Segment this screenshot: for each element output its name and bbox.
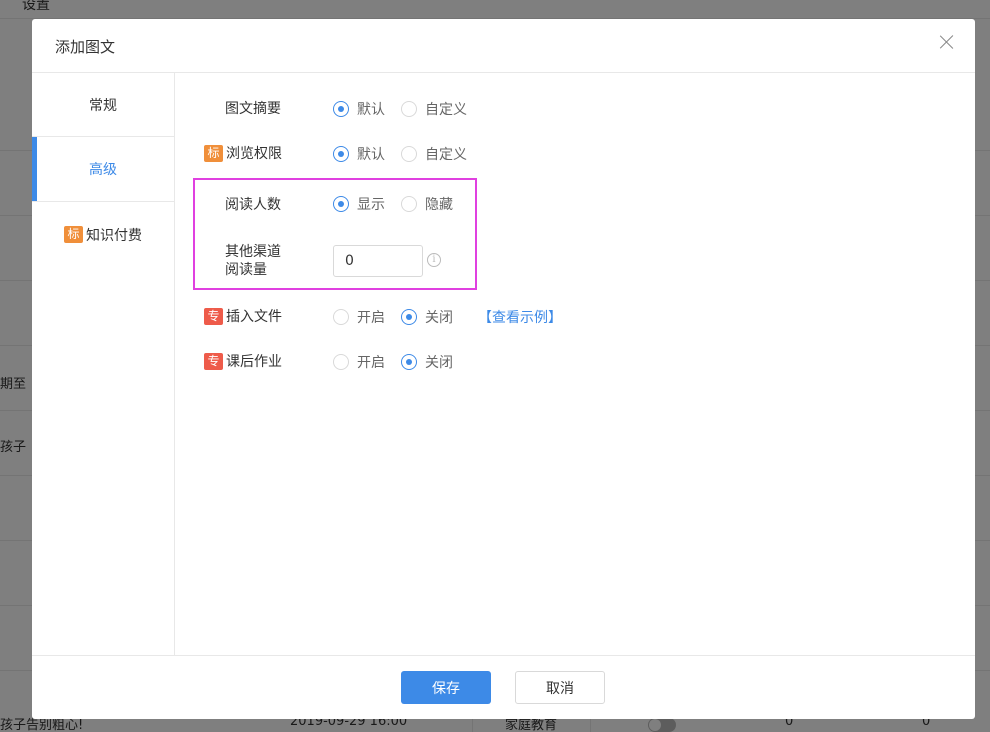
sidebar-item-advanced[interactable]: 高级 <box>32 137 174 202</box>
permission-custom-radio[interactable]: 自定义 <box>401 144 467 164</box>
radio-label: 默认 <box>357 102 385 118</box>
radio-circle <box>333 354 349 370</box>
radio-circle <box>333 101 349 117</box>
readers-hide-radio[interactable]: 隐藏 <box>401 194 453 214</box>
radio-label: 默认 <box>357 147 385 163</box>
radio-circle <box>333 196 349 212</box>
radio-label: 关闭 <box>425 310 453 326</box>
pro-tag-badge: 专 <box>204 307 223 325</box>
radio-circle <box>401 354 417 370</box>
cancel-button[interactable]: 取消 <box>515 671 605 704</box>
radio-label: 自定义 <box>425 147 467 163</box>
readers-show-radio[interactable]: 显示 <box>333 194 385 214</box>
radio-circle <box>401 146 417 162</box>
radio-circle <box>401 101 417 117</box>
dialog-title: 添加图文 <box>55 38 116 56</box>
permission-label: 标 浏览权限 <box>204 143 282 163</box>
homework-label: 专 课后作业 <box>204 351 282 371</box>
dialog-footer: 保存 取消 <box>32 655 975 719</box>
radio-circle <box>333 309 349 325</box>
radio-label: 开启 <box>357 355 385 371</box>
insert-file-label-text: 插入文件 <box>226 309 282 325</box>
insert-file-label: 专 插入文件 <box>204 306 282 326</box>
view-example-link[interactable]: 【查看示例】 <box>478 307 562 327</box>
other-reads-input[interactable]: 0 <box>333 245 423 277</box>
permission-label-text: 浏览权限 <box>226 146 282 162</box>
homework-label-text: 课后作业 <box>226 354 282 370</box>
radio-label: 隐藏 <box>425 197 453 213</box>
other-reads-label-line2: 阅读量 <box>225 262 267 278</box>
radio-label: 关闭 <box>425 355 453 371</box>
save-button[interactable]: 保存 <box>401 671 491 704</box>
sidebar-item-label: 知识付费 <box>86 227 142 244</box>
summary-label-text: 图文摘要 <box>225 101 281 117</box>
insert-file-off-radio[interactable]: 关闭 <box>401 307 453 327</box>
homework-on-radio[interactable]: 开启 <box>333 352 385 372</box>
other-reads-label: 其他渠道 阅读量 <box>225 243 281 279</box>
radio-label: 显示 <box>357 197 385 213</box>
readers-label-text: 阅读人数 <box>225 197 281 213</box>
other-reads-label-line1: 其他渠道 <box>225 244 281 260</box>
radio-circle <box>401 309 417 325</box>
close-icon[interactable] <box>939 34 955 50</box>
pro-tag-badge: 专 <box>204 352 223 370</box>
readers-label: 阅读人数 <box>225 194 281 214</box>
summary-default-radio[interactable]: 默认 <box>333 99 385 119</box>
radio-circle <box>333 146 349 162</box>
info-icon[interactable]: i <box>427 253 441 267</box>
standard-tag-badge: 标 <box>204 144 223 162</box>
insert-file-on-radio[interactable]: 开启 <box>333 307 385 327</box>
summary-custom-radio[interactable]: 自定义 <box>401 99 467 119</box>
sidebar-item-general[interactable]: 常规 <box>32 73 174 137</box>
summary-label: 图文摘要 <box>225 98 281 118</box>
radio-label: 开启 <box>357 310 385 326</box>
sidebar-item-label: 高级 <box>89 162 117 178</box>
sidebar-item-paid-knowledge[interactable]: 标 知识付费 <box>32 202 174 267</box>
radio-circle <box>401 196 417 212</box>
homework-off-radio[interactable]: 关闭 <box>401 352 453 372</box>
add-article-dialog: 添加图文 常规 高级 标 知识付费 图文摘要 默认 自定义 标 浏览权限 默认 … <box>32 19 975 719</box>
sidebar-item-label: 常规 <box>89 97 117 114</box>
radio-label: 自定义 <box>425 102 467 118</box>
dialog-header: 添加图文 <box>32 19 975 73</box>
permission-default-radio[interactable]: 默认 <box>333 144 385 164</box>
dialog-sidebar: 常规 高级 标 知识付费 <box>32 73 175 655</box>
standard-tag-badge: 标 <box>64 226 83 243</box>
